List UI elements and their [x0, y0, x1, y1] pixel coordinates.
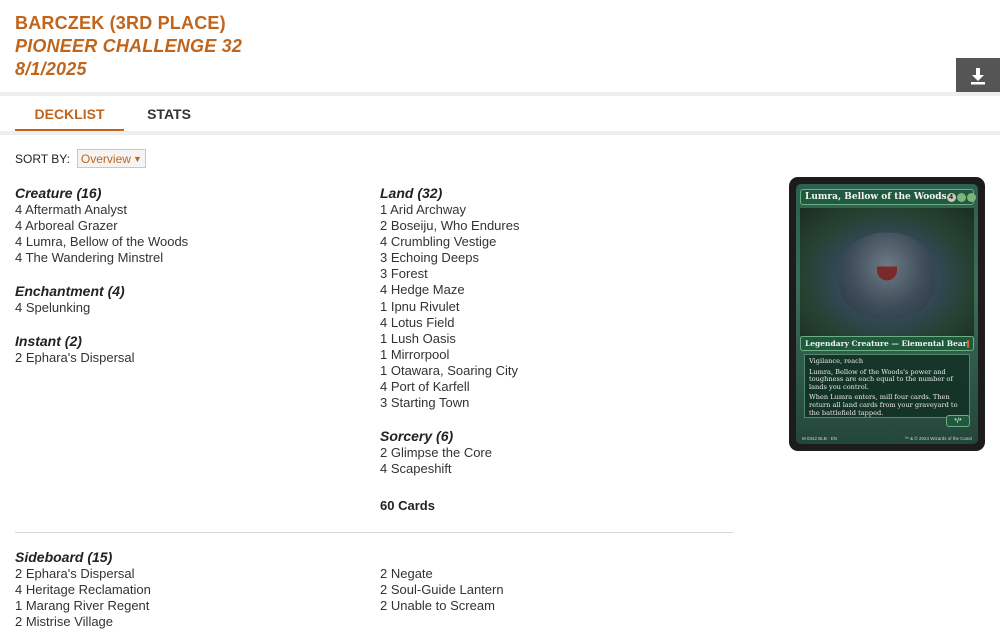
- green-mana-icon: [966, 192, 976, 202]
- card-name-bar: Lumra, Bellow of the Woods 4: [800, 189, 976, 205]
- set-symbol-icon: [966, 339, 969, 348]
- card-entry[interactable]: 2 Ephara's Dispersal: [15, 566, 151, 582]
- card-entry[interactable]: 4 Spelunking: [15, 300, 355, 316]
- card-name: Lumra, Bellow of the Woods: [805, 192, 947, 202]
- card-type-bar: Legendary Creature — Elemental Bear: [800, 336, 974, 351]
- green-mana-icon: [956, 192, 966, 202]
- card-entry[interactable]: 2 Ephara's Dispersal: [15, 350, 355, 366]
- card-entry[interactable]: 4 Scapeshift: [380, 461, 720, 477]
- tab-bar: DECKLIST STATS: [15, 96, 214, 132]
- card-entry[interactable]: 3 Starting Town: [380, 395, 720, 411]
- card-entry[interactable]: 2 Soul-Guide Lantern: [380, 582, 504, 598]
- card-entry[interactable]: 4 Hedge Maze: [380, 282, 720, 298]
- download-icon: [971, 67, 985, 84]
- card-entry[interactable]: 4 Port of Karfell: [380, 379, 720, 395]
- section-sorcery: Sorcery (6) 2 Glimpse the Core 4 Scapesh…: [380, 428, 720, 477]
- section-title: Creature (16): [15, 185, 102, 201]
- card-entry[interactable]: 1 Arid Archway: [380, 202, 720, 218]
- card-entry[interactable]: 4 Aftermath Analyst: [15, 202, 355, 218]
- card-entry[interactable]: 4 Arboreal Grazer: [15, 218, 355, 234]
- deck-header: BARCZEK (3RD PLACE) PIONEER CHALLENGE 32…: [15, 12, 242, 81]
- card-type-line: Legendary Creature — Elemental Bear: [805, 339, 967, 348]
- event-name: PIONEER CHALLENGE 32: [15, 36, 243, 56]
- card-entry[interactable]: 4 Lumra, Bellow of the Woods: [15, 234, 355, 250]
- generic-mana-icon: 4: [946, 192, 956, 202]
- chevron-down-icon: ▼: [132, 153, 142, 164]
- tab-stats[interactable]: STATS: [124, 96, 214, 132]
- bear-illustration: [839, 232, 935, 319]
- card-rules-text: When Lumra enters, mill four cards. Then…: [809, 393, 958, 417]
- mana-cost: 4: [946, 192, 976, 202]
- sort-value: Overview: [80, 151, 131, 166]
- card-entry[interactable]: 2 Unable to Scream: [380, 598, 504, 614]
- card-footer: M 0342 BLB · EN ™ & © 2024 Wizards of th…: [802, 436, 972, 441]
- sideboard-title: Sideboard (15): [15, 549, 113, 565]
- sort-label: SORT BY:: [15, 151, 70, 166]
- card-copyright: ™ & © 2024 Wizards of the Coast: [904, 436, 972, 441]
- card-entry[interactable]: 4 Lotus Field: [380, 315, 720, 331]
- tabs-bottom-border: [0, 131, 1000, 135]
- card-collector-info: M 0342 BLB · EN: [802, 436, 838, 441]
- card-entry[interactable]: 3 Forest: [380, 266, 720, 282]
- sideboard-left-column: 2 Ephara's Dispersal 4 Heritage Reclamat…: [15, 566, 151, 630]
- sideboard-divider: [15, 532, 733, 533]
- card-entry[interactable]: 3 Echoing Deeps: [380, 250, 720, 266]
- event-date: 8/1/2025: [15, 59, 87, 79]
- card-frame: Lumra, Bellow of the Woods 4 Legendary C…: [796, 184, 978, 444]
- card-entry[interactable]: 1 Lush Oasis: [380, 331, 720, 347]
- sideboard-right-column: 2 Negate 2 Soul-Guide Lantern 2 Unable t…: [380, 566, 504, 614]
- card-entry[interactable]: 4 The Wandering Minstrel: [15, 250, 355, 266]
- section-instant: Instant (2) 2 Ephara's Dispersal: [15, 333, 355, 366]
- card-total: 60 Cards: [380, 498, 435, 514]
- card-entry[interactable]: 1 Marang River Regent: [15, 598, 151, 614]
- section-land: Land (32) 1 Arid Archway 2 Boseiju, Who …: [380, 185, 720, 411]
- section-creature: Creature (16) 4 Aftermath Analyst 4 Arbo…: [15, 185, 355, 266]
- featured-card-image: Lumra, Bellow of the Woods 4 Legendary C…: [789, 177, 985, 451]
- card-power-toughness: */*: [946, 415, 970, 427]
- decklist-left-column: Creature (16) 4 Aftermath Analyst 4 Arbo…: [15, 185, 355, 384]
- section-title: Sorcery (6): [380, 428, 454, 445]
- card-rules-text: Vigilance, reach: [809, 357, 864, 365]
- sort-select[interactable]: Overview ▼: [76, 149, 146, 168]
- download-button[interactable]: [956, 58, 1000, 93]
- card-entry[interactable]: 2 Boseiju, Who Endures: [380, 218, 720, 234]
- card-entry[interactable]: 2 Negate: [380, 566, 504, 582]
- card-entry[interactable]: 1 Mirrorpool: [380, 347, 720, 363]
- card-entry[interactable]: 2 Mistrise Village: [15, 614, 151, 630]
- card-entry[interactable]: 1 Otawara, Soaring City: [380, 363, 720, 379]
- sort-control: SORT BY: Overview ▼: [15, 149, 146, 168]
- card-art: [800, 208, 974, 336]
- section-title: Enchantment (4): [15, 283, 125, 300]
- player-name: BARCZEK (3RD PLACE): [15, 13, 226, 33]
- card-entry[interactable]: 2 Glimpse the Core: [380, 445, 720, 461]
- card-rules-text: Lumra, Bellow of the Woods's power and t…: [809, 367, 953, 391]
- tab-decklist[interactable]: DECKLIST: [15, 96, 124, 132]
- section-title: Land (32): [380, 185, 443, 201]
- card-entry[interactable]: 4 Heritage Reclamation: [15, 582, 151, 598]
- card-rules-box: Vigilance, reach Lumra, Bellow of the Wo…: [804, 354, 970, 418]
- decklist-middle-column: Land (32) 1 Arid Archway 2 Boseiju, Who …: [380, 185, 720, 513]
- section-enchantment: Enchantment (4) 4 Spelunking: [15, 283, 355, 316]
- card-entry[interactable]: 1 Ipnu Rivulet: [380, 299, 720, 315]
- card-entry[interactable]: 4 Crumbling Vestige: [380, 234, 720, 250]
- section-title: Instant (2): [15, 333, 82, 350]
